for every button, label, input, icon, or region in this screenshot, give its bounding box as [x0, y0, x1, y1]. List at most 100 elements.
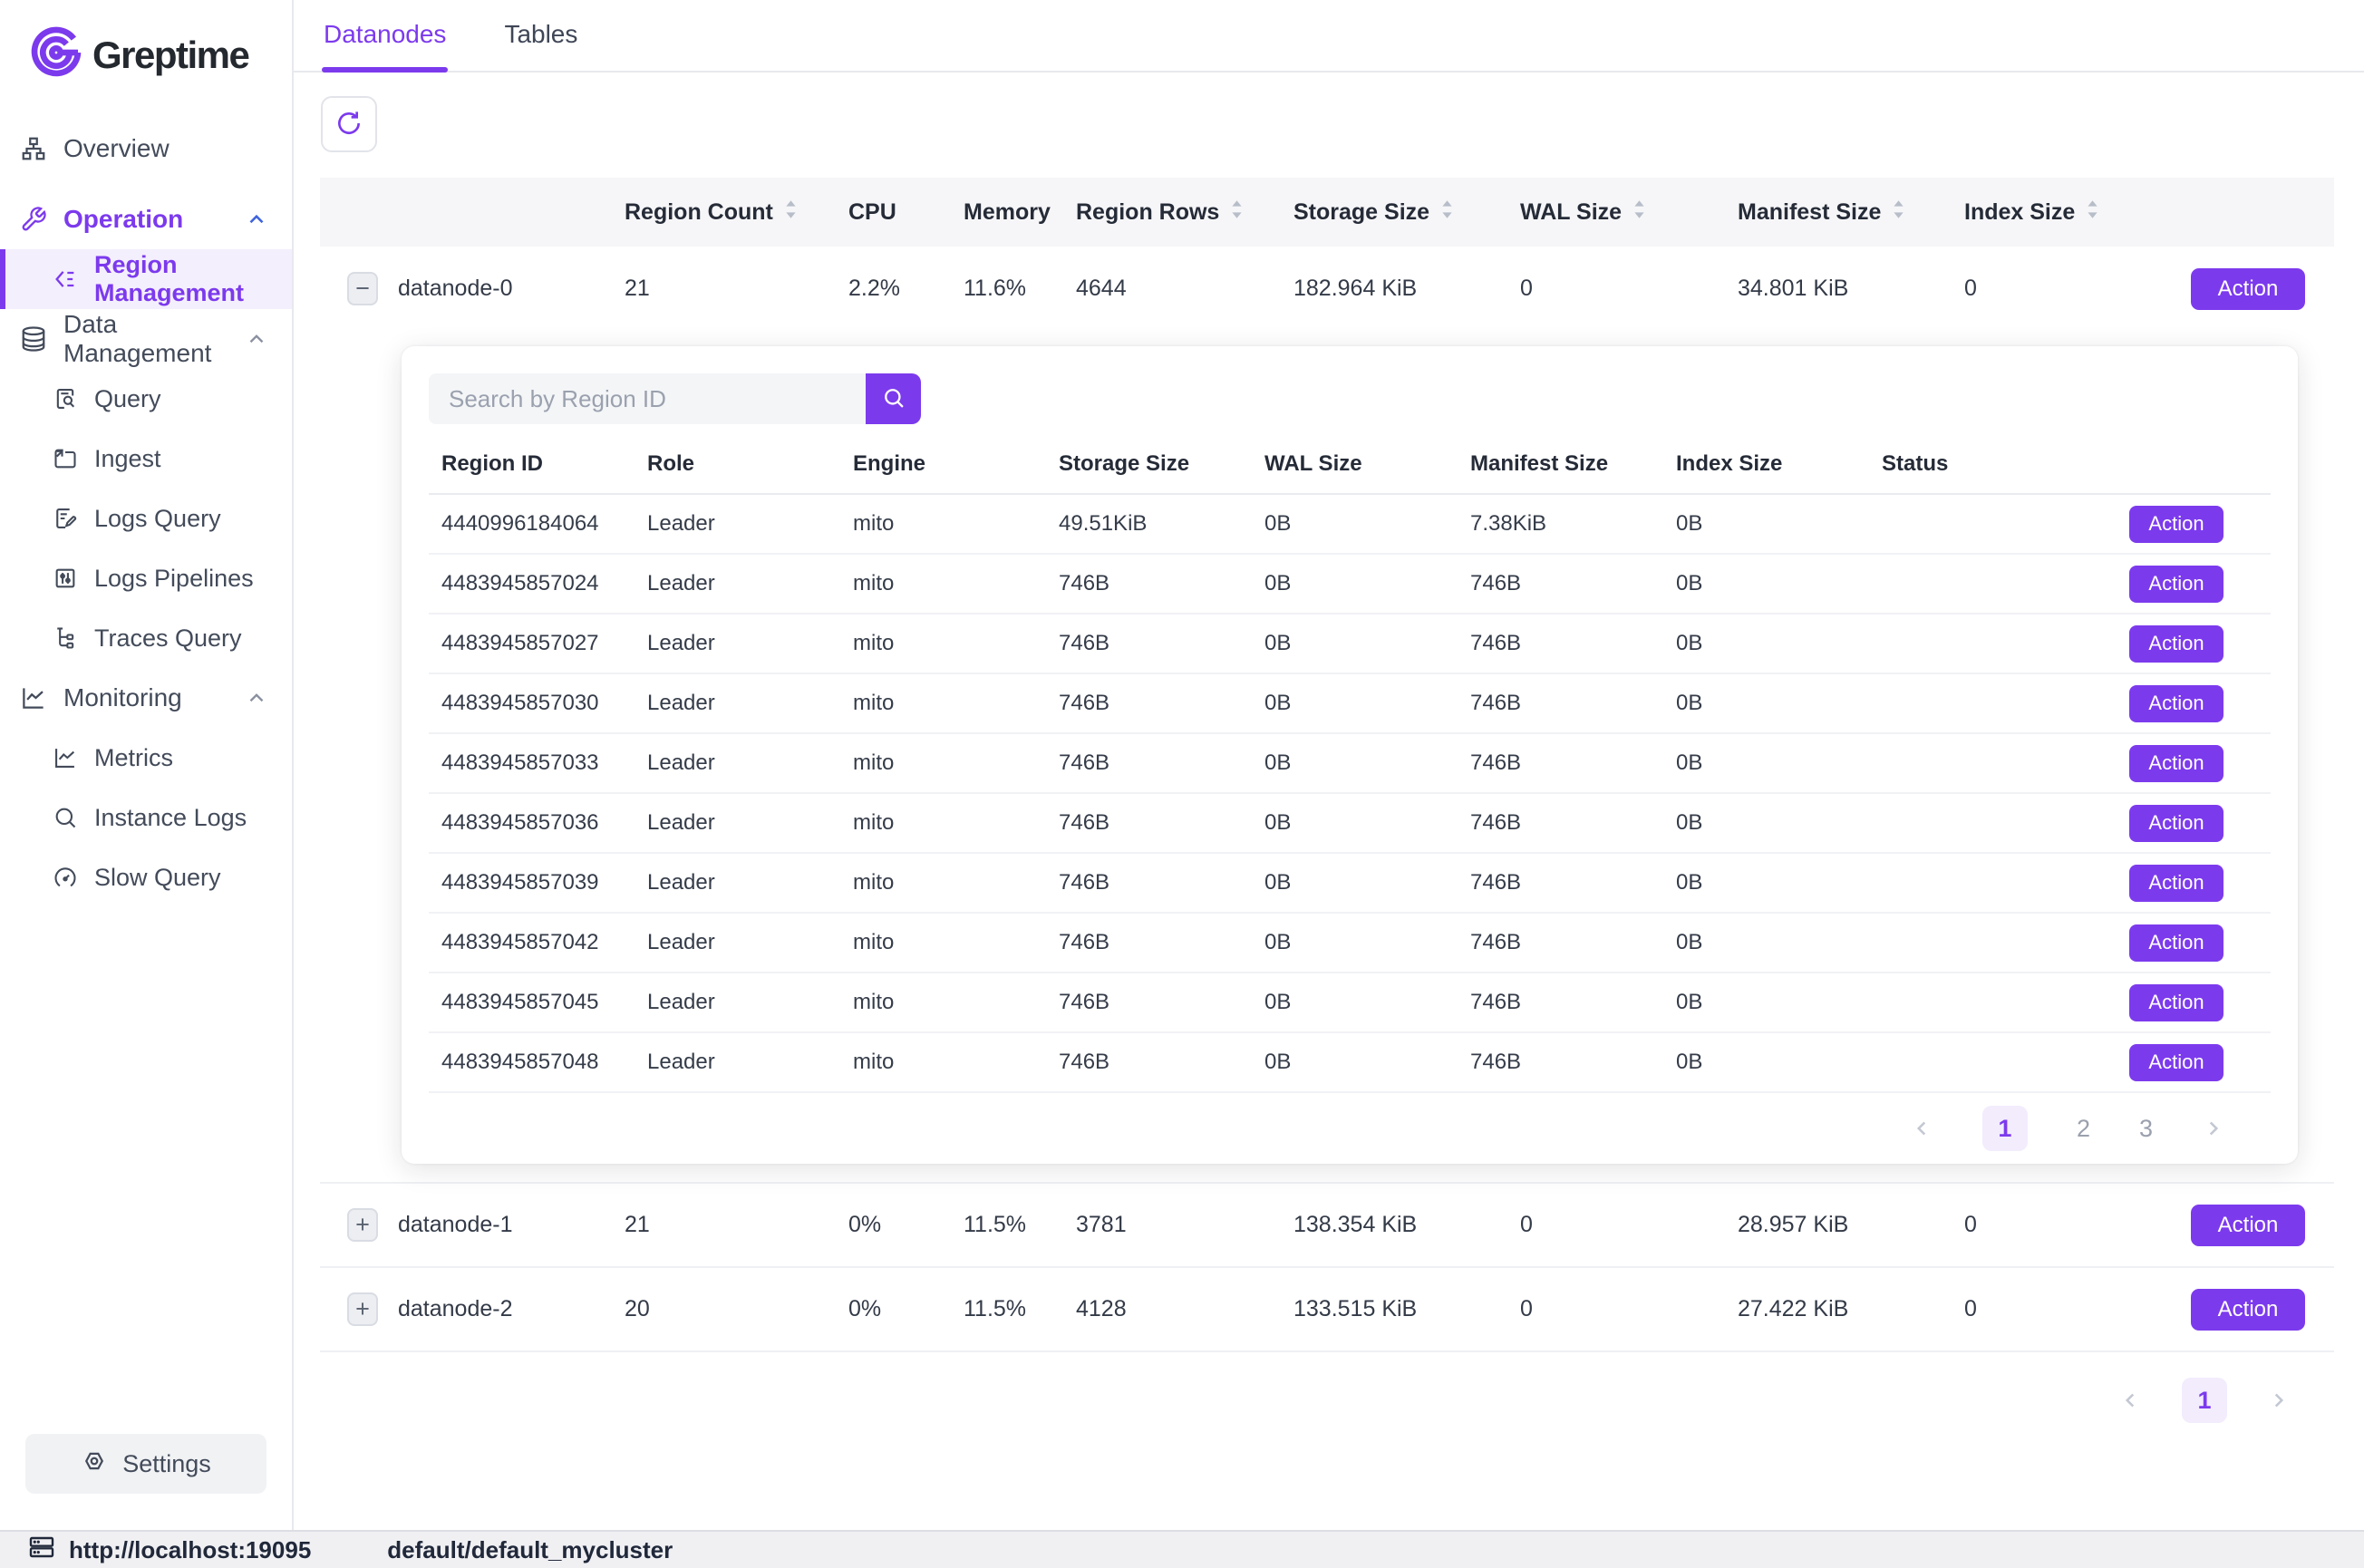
query-icon: [53, 386, 78, 411]
region-row: 4483945857042 Leader mito 746B 0B 746B 0…: [429, 914, 2271, 973]
action-button[interactable]: Action: [2191, 268, 2305, 310]
region-action-button[interactable]: Action: [2129, 805, 2224, 842]
datanode-row: − datanode-0 21 2.2% 11.6% 4644 182.964 …: [320, 247, 2334, 331]
region-action-button[interactable]: Action: [2129, 1044, 2224, 1081]
region-action-button[interactable]: Action: [2129, 924, 2224, 962]
region-action-button[interactable]: Action: [2129, 865, 2224, 902]
sidebar-item-label: Monitoring: [63, 683, 182, 712]
cell-index-size: 0B: [1663, 691, 1869, 716]
cell-wal-size: 0B: [1252, 810, 1458, 836]
sort-icon[interactable]: [1230, 199, 1244, 226]
region-action-button[interactable]: Action: [2129, 625, 2224, 663]
ingest-icon: [53, 446, 78, 471]
cell-action: Action: [2171, 268, 2332, 310]
region-action-button[interactable]: Action: [2129, 984, 2224, 1021]
cell-engine: mito: [840, 631, 1046, 656]
expanded-region-section: Region ID Role Engine Storage Size WAL S…: [320, 331, 2334, 1184]
sidebar-item-label: Slow Query: [94, 864, 221, 892]
action-button[interactable]: Action: [2191, 1205, 2305, 1246]
cell-engine: mito: [840, 810, 1046, 836]
sort-icon[interactable]: [2086, 199, 2099, 226]
sort-icon[interactable]: [1892, 199, 1905, 226]
sort-icon[interactable]: [1440, 199, 1454, 226]
cell-wal-size: 0: [1500, 1212, 1718, 1238]
sidebar-item-overview[interactable]: Overview: [0, 119, 292, 179]
cell-role: Leader: [635, 750, 840, 776]
sidebar-item-metrics[interactable]: Metrics: [0, 728, 292, 788]
cell-wal-size: 0B: [1252, 1050, 1458, 1075]
pagination-next-icon[interactable]: [2202, 1117, 2225, 1140]
statusbar-cluster[interactable]: default/default_mycluster: [387, 1536, 673, 1564]
expand-button[interactable]: +: [347, 1292, 378, 1326]
cell-name: datanode-1: [378, 1212, 605, 1238]
sidebar-item-logs-pipelines[interactable]: Logs Pipelines: [0, 548, 292, 608]
pagination-page-1[interactable]: 1: [2182, 1378, 2227, 1423]
sidebar-item-label: Operation: [63, 205, 183, 234]
cell-region-id: 4483945857024: [429, 571, 635, 596]
pagination-page-3[interactable]: 3: [2139, 1115, 2153, 1143]
pagination-page-2[interactable]: 2: [2077, 1115, 2090, 1143]
datanodes-table-header: Region Count CPU Memory Region Rows St: [320, 178, 2334, 247]
sidebar-item-monitoring[interactable]: Monitoring: [0, 668, 292, 728]
cell-role: Leader: [635, 870, 840, 895]
cell-expand: +: [320, 1208, 378, 1242]
sort-icon[interactable]: [1633, 199, 1646, 226]
cell-index-size: 0B: [1663, 1050, 1869, 1075]
main-content: Datanodes Tables: [294, 0, 2364, 1530]
column-header-wal-size: WAL Size: [1252, 451, 1458, 477]
sort-icon[interactable]: [784, 199, 798, 226]
cell-memory: 11.6%: [944, 276, 1056, 302]
sidebar-item-instance-logs[interactable]: Instance Logs: [0, 788, 292, 847]
pagination-page-1[interactable]: 1: [1982, 1106, 2028, 1151]
statusbar: http://localhost:19095 default/default_m…: [0, 1530, 2364, 1568]
region-action-button[interactable]: Action: [2129, 745, 2224, 782]
expand-button[interactable]: +: [347, 1208, 378, 1242]
sidebar-item-region-management[interactable]: Region Management: [0, 249, 292, 309]
chevron-up-icon[interactable]: [245, 327, 268, 351]
sidebar-item-slow-query[interactable]: Slow Query: [0, 847, 292, 907]
tab-tables[interactable]: Tables: [502, 20, 579, 71]
sidebar-item-data-management[interactable]: Data Management: [0, 309, 292, 369]
region-action-button[interactable]: Action: [2129, 685, 2224, 722]
instance-logs-icon: [53, 805, 78, 830]
sidebar-item-label: Logs Pipelines: [94, 565, 254, 593]
overview-icon: [20, 135, 47, 162]
cell-region-count: 21: [605, 276, 822, 302]
region-action-button[interactable]: Action: [2129, 566, 2224, 603]
region-search-input[interactable]: [429, 373, 866, 424]
action-button[interactable]: Action: [2191, 1289, 2305, 1331]
sidebar-item-ingest[interactable]: Ingest: [0, 429, 292, 489]
metrics-icon: [53, 745, 78, 770]
cell-index-size: 0: [1944, 1296, 2171, 1322]
cell-region-rows: 4128: [1056, 1296, 1274, 1322]
tab-label: Datanodes: [324, 20, 446, 48]
cell-storage-size: 746B: [1046, 631, 1252, 656]
sidebar-item-logs-query[interactable]: Logs Query: [0, 489, 292, 548]
column-header-manifest-size: Manifest Size: [1458, 451, 1663, 477]
pagination-prev-icon[interactable]: [2118, 1389, 2142, 1412]
settings-button[interactable]: Settings: [25, 1434, 266, 1494]
cell-index-size: 0B: [1663, 571, 1869, 596]
pagination-next-icon[interactable]: [2267, 1389, 2291, 1412]
sidebar-item-operation[interactable]: Operation: [0, 189, 292, 249]
region-search-button[interactable]: [866, 373, 921, 424]
chevron-up-icon[interactable]: [245, 686, 268, 710]
operation-icon: [20, 206, 47, 233]
tab-datanodes[interactable]: Datanodes: [322, 20, 448, 71]
refresh-button[interactable]: [321, 96, 377, 152]
cell-memory: 11.5%: [944, 1296, 1056, 1322]
tabbar: Datanodes Tables: [294, 0, 2364, 73]
region-action-button[interactable]: Action: [2129, 506, 2224, 543]
region-row: 4483945857024 Leader mito 746B 0B 746B 0…: [429, 555, 2271, 615]
sidebar-item-query[interactable]: Query: [0, 369, 292, 429]
cell-storage-size: 746B: [1046, 930, 1252, 955]
region-row: 4440996184064 Leader mito 49.51KiB 0B 7.…: [429, 495, 2271, 555]
server-icon: [27, 1533, 56, 1568]
server-endpoint[interactable]: http://localhost:19095: [27, 1533, 311, 1568]
sidebar-item-label: Instance Logs: [94, 804, 247, 832]
collapse-button[interactable]: −: [347, 272, 378, 305]
sidebar-item-traces-query[interactable]: Traces Query: [0, 608, 292, 668]
chevron-up-icon[interactable]: [245, 208, 268, 231]
pagination-prev-icon[interactable]: [1910, 1117, 1933, 1140]
cell-region-id: 4483945857039: [429, 870, 635, 895]
